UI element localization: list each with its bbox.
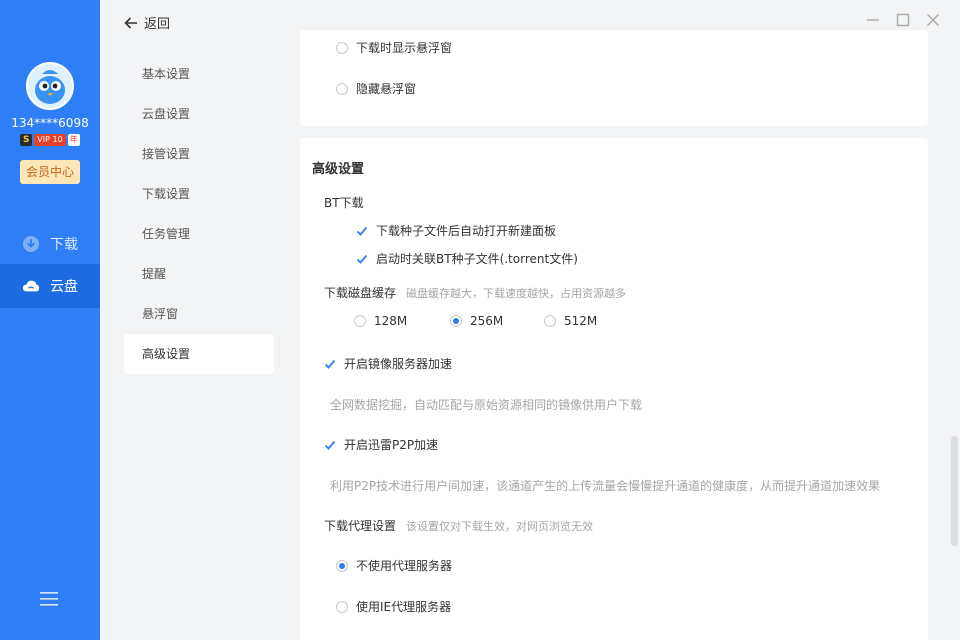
bt-heading: BT下载 (324, 196, 364, 210)
cache-512-radio[interactable] (544, 315, 556, 327)
back-button[interactable]: 返回 (124, 13, 170, 32)
cloud-icon (22, 280, 40, 292)
cache-heading: 下载磁盘缓存 (324, 286, 397, 300)
cache-128-radio[interactable] (354, 315, 366, 327)
tab-advanced[interactable]: 高级设置 (124, 334, 274, 374)
bt-associate-checkbox[interactable] (356, 253, 368, 265)
download-icon (23, 236, 39, 252)
floating-settings-panel: 下载时显示悬浮窗 隐藏悬浮窗 (300, 30, 928, 126)
proxy-hint: 该设置仅对下载生效，对网页浏览无效 (406, 519, 594, 533)
tab-download[interactable]: 下载设置 (124, 174, 274, 214)
left-sidebar: 134****6098 S VIP 10 年 会员中心 下载 云盘 (0, 0, 100, 640)
close-icon[interactable] (926, 13, 940, 27)
p2p-label: 开启迅雷P2P加速 (344, 438, 439, 452)
bt-auto-open-option[interactable]: 下载种子文件后自动打开新建面板 (356, 222, 556, 239)
minimize-icon[interactable] (866, 13, 880, 27)
mirror-label: 开启镜像服务器加速 (344, 357, 453, 371)
menu-icon[interactable] (40, 592, 58, 606)
ie-proxy-radio[interactable] (336, 600, 348, 613)
bt-associate-label: 启动时关联BT种子文件(.torrent文件) (376, 252, 578, 266)
scrollbar[interactable] (951, 436, 958, 546)
hide-floating-option[interactable]: 隐藏悬浮窗 (336, 80, 416, 97)
back-label: 返回 (144, 17, 171, 32)
show-floating-radio[interactable] (336, 41, 348, 54)
cache-128-label: 128M (374, 314, 408, 328)
p2p-option[interactable]: 开启迅雷P2P加速 (324, 436, 438, 453)
cache-128-option[interactable]: 128M (354, 314, 407, 328)
bt-associate-option[interactable]: 启动时关联BT种子文件(.torrent文件) (356, 250, 578, 267)
vip-s-icon: S (20, 134, 33, 146)
no-proxy-label: 不使用代理服务器 (356, 559, 453, 573)
cache-512-option[interactable]: 512M (544, 314, 597, 328)
cache-256-option[interactable]: 256M (450, 314, 503, 328)
no-proxy-radio[interactable] (336, 559, 348, 572)
mirror-desc: 全网数据挖掘，自动匹配与原始资源相同的镜像供用户下载 (330, 398, 643, 412)
cache-hint: 磁盘缓存越大，下载速度越快，占用资源越多 (406, 286, 627, 300)
show-floating-option[interactable]: 下载时显示悬浮窗 (336, 39, 452, 56)
cache-heading-row: 下载磁盘缓存 磁盘缓存越大，下载速度越快，占用资源越多 (324, 284, 626, 301)
cache-256-radio[interactable] (450, 315, 462, 327)
tab-takeover[interactable]: 接管设置 (124, 134, 274, 174)
maximize-icon[interactable] (896, 13, 910, 27)
proxy-heading-row: 下载代理设置 该设置仅对下载生效，对网页浏览无效 (324, 517, 593, 534)
cache-512-label: 512M (564, 314, 598, 328)
tab-task[interactable]: 任务管理 (124, 214, 274, 254)
p2p-checkbox[interactable] (324, 439, 336, 451)
tab-cloud[interactable]: 云盘设置 (124, 94, 274, 134)
ie-proxy-label: 使用IE代理服务器 (356, 600, 452, 614)
proxy-heading: 下载代理设置 (324, 519, 397, 533)
cache-256-label: 256M (470, 314, 504, 328)
bt-auto-open-checkbox[interactable] (356, 225, 368, 237)
bt-auto-open-label: 下载种子文件后自动打开新建面板 (376, 224, 557, 238)
hide-floating-radio[interactable] (336, 82, 348, 95)
vip-year: 年 (67, 134, 80, 146)
arrow-left-icon (124, 16, 137, 29)
ie-proxy-option[interactable]: 使用IE代理服务器 (336, 598, 451, 615)
mirror-option[interactable]: 开启镜像服务器加速 (324, 355, 452, 372)
hide-floating-label: 隐藏悬浮窗 (356, 82, 417, 96)
tab-basic[interactable]: 基本设置 (124, 54, 274, 94)
vip-level: VIP 10 (34, 134, 66, 146)
username: 134****6098 (11, 116, 89, 130)
no-proxy-option[interactable]: 不使用代理服务器 (336, 557, 452, 574)
settings-nav: 基本设置 云盘设置 接管设置 下载设置 任务管理 提醒 悬浮窗 高级设置 (124, 54, 274, 374)
section-title: 高级设置 (312, 162, 365, 177)
tab-floating[interactable]: 悬浮窗 (124, 294, 274, 334)
mirror-checkbox[interactable] (324, 358, 336, 370)
member-center-button[interactable]: 会员中心 (20, 160, 80, 184)
p2p-desc: 利用P2P技术进行用户间加速，该通道产生的上传流量会慢慢提升通道的健康度，从而提… (330, 479, 881, 493)
nav-item-label: 下载 (50, 237, 78, 253)
vip-badge[interactable]: S VIP 10 年 (0, 134, 100, 146)
nav-item-download[interactable]: 下载 (0, 222, 100, 266)
advanced-settings-panel: 高级设置 BT下载 下载种子文件后自动打开新建面板 启动时关联BT种子文件(.t… (300, 138, 928, 640)
tab-reminder[interactable]: 提醒 (124, 254, 274, 294)
show-floating-label: 下载时显示悬浮窗 (356, 41, 453, 55)
nav-item-cloud[interactable]: 云盘 (0, 264, 100, 308)
nav-item-label: 云盘 (50, 279, 78, 295)
avatar[interactable] (26, 62, 74, 110)
